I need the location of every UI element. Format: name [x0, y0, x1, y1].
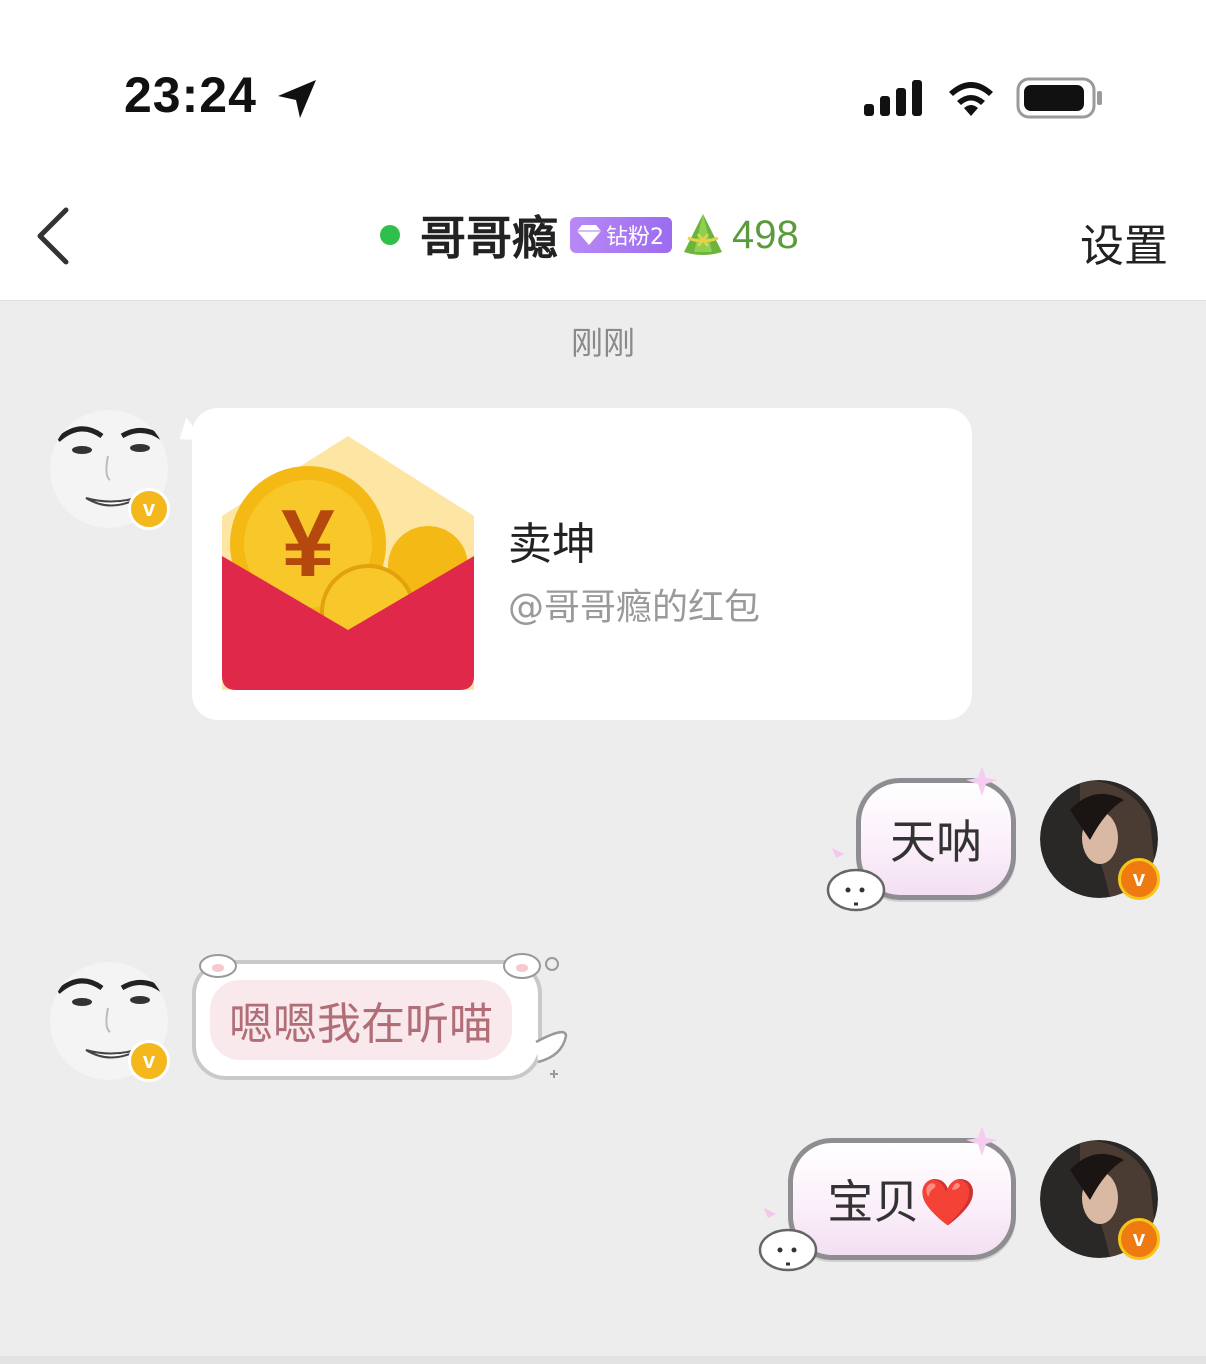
cat-tail-icon	[535, 1030, 568, 1078]
cat-ears-icon	[503, 953, 559, 979]
fan-badge-label: 钻粉2	[606, 225, 664, 250]
input-bar-divider	[0, 1356, 1206, 1364]
score-value: 498	[732, 212, 799, 257]
sender-avatar[interactable]: v	[50, 962, 170, 1082]
fan-level-badge: 钻粉2	[570, 217, 672, 253]
sparkle-icon	[966, 1126, 998, 1156]
red-packet-icon: ¥	[222, 436, 474, 690]
battery-icon	[1016, 77, 1102, 119]
wifi-icon	[949, 82, 993, 116]
sender-avatar[interactable]: v	[50, 410, 170, 530]
message-text: 嗯嗯我在听喵	[229, 999, 493, 1050]
cellular-signal-icon	[864, 80, 922, 116]
verified-badge-icon: v	[128, 488, 170, 530]
verified-badge-icon: v	[1118, 1218, 1160, 1260]
svg-text:¥: ¥	[281, 490, 334, 597]
zongzi-icon	[684, 214, 722, 255]
chat-title: 哥哥瘾	[420, 211, 558, 265]
back-button[interactable]	[30, 204, 80, 268]
cat-ears-icon	[199, 954, 237, 978]
message-text: 宝贝❤️	[827, 1175, 977, 1229]
online-status-dot	[380, 225, 400, 245]
cat-sticker-icon	[758, 1208, 818, 1272]
location-arrow-icon	[278, 80, 316, 118]
diamond-icon	[577, 225, 601, 245]
verified-badge-icon: v	[128, 1040, 170, 1082]
message-bubble-inner: 嗯嗯我在听喵	[210, 980, 512, 1060]
message-text: 天呐	[890, 815, 982, 869]
cat-sticker-icon	[826, 848, 886, 912]
self-avatar[interactable]: v	[1040, 780, 1160, 900]
message-timestamp: 刚刚	[570, 324, 635, 362]
message-bubble-left[interactable]: 嗯嗯我在听喵	[192, 960, 542, 1080]
red-packet-subtitle: @哥哥瘾的红包	[508, 587, 761, 628]
verified-badge-icon: v	[1118, 858, 1160, 900]
self-avatar[interactable]: v	[1040, 1140, 1160, 1260]
status-time: 23:24	[124, 67, 257, 123]
sparkle-icon	[966, 766, 998, 796]
red-packet-title: 卖坤	[508, 519, 596, 570]
chat-title-group[interactable]: 哥哥瘾 钻粉2 498	[380, 205, 799, 265]
settings-button[interactable]: 设置	[1080, 210, 1168, 274]
